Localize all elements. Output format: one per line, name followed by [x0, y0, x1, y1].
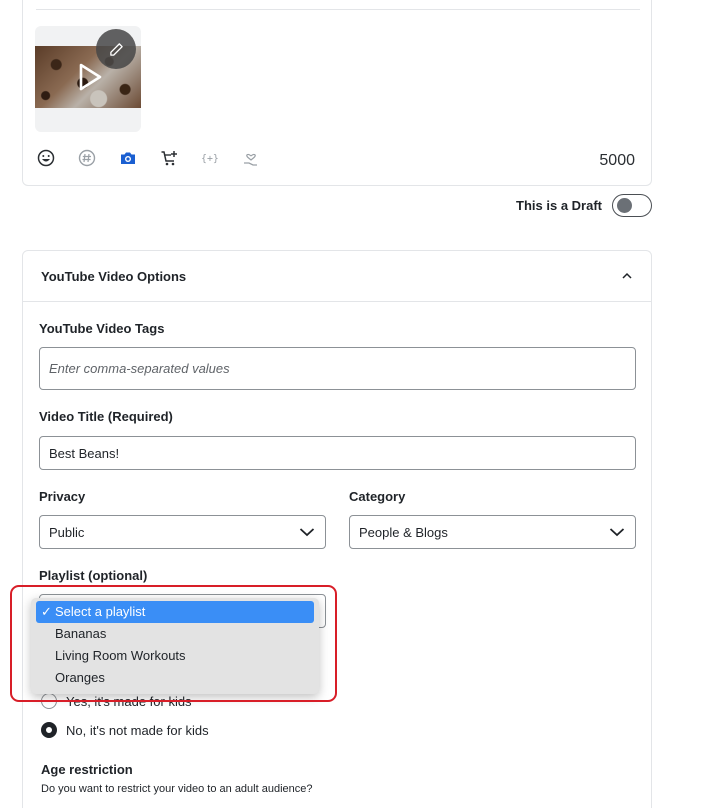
made-for-kids-no[interactable]: No, it's not made for kids — [41, 722, 209, 738]
cart-add-icon[interactable] — [160, 149, 178, 167]
svg-text:{+}: {+} — [201, 154, 219, 165]
title-label: Video Title (Required) — [39, 409, 173, 424]
camera-icon[interactable] — [119, 149, 137, 167]
post-composer-card: {+} 5000 — [22, 0, 652, 186]
draft-label: This is a Draft — [516, 198, 602, 213]
category-label: Category — [349, 489, 406, 504]
pencil-icon — [109, 42, 123, 56]
chevron-up-icon[interactable] — [621, 270, 633, 282]
privacy-value: Public — [49, 524, 85, 540]
hand-heart-icon[interactable] — [242, 149, 260, 167]
section-title: YouTube Video Options — [41, 268, 187, 284]
radio-button-checked[interactable] — [41, 722, 57, 738]
age-restriction-help: Do you want to restrict your video to an… — [41, 783, 313, 795]
character-count: 5000 — [599, 152, 635, 169]
video-title-input[interactable] — [39, 436, 636, 470]
tags-input[interactable] — [39, 347, 636, 390]
chevron-down-icon — [609, 528, 625, 537]
divider — [36, 9, 640, 10]
toggle-knob — [617, 198, 632, 213]
video-thumbnail[interactable] — [35, 26, 141, 132]
annotation-highlight-box — [10, 585, 337, 702]
radio-label: No, it's not made for kids — [66, 722, 209, 738]
draft-toggle[interactable] — [612, 194, 652, 217]
play-icon — [79, 63, 102, 91]
category-select[interactable]: People & Blogs — [349, 515, 636, 549]
playlist-label: Playlist (optional) — [39, 568, 148, 583]
composer-toolbar: {+} — [37, 149, 260, 167]
variable-icon[interactable]: {+} — [201, 149, 219, 167]
chevron-down-icon — [299, 528, 315, 537]
draft-toggle-row: This is a Draft — [516, 194, 652, 217]
category-value: People & Blogs — [359, 524, 448, 540]
privacy-label: Privacy — [39, 489, 86, 504]
edit-thumbnail-button[interactable] — [96, 29, 136, 69]
tags-label: YouTube Video Tags — [39, 321, 165, 336]
youtube-options-header[interactable]: YouTube Video Options — [23, 251, 651, 302]
emoji-icon[interactable] — [37, 149, 55, 167]
privacy-select[interactable]: Public — [39, 515, 326, 549]
age-restriction-label: Age restriction — [41, 762, 133, 777]
hashtag-icon[interactable] — [78, 149, 96, 167]
youtube-options-card: YouTube Video Options YouTube Video Tags… — [22, 250, 652, 808]
